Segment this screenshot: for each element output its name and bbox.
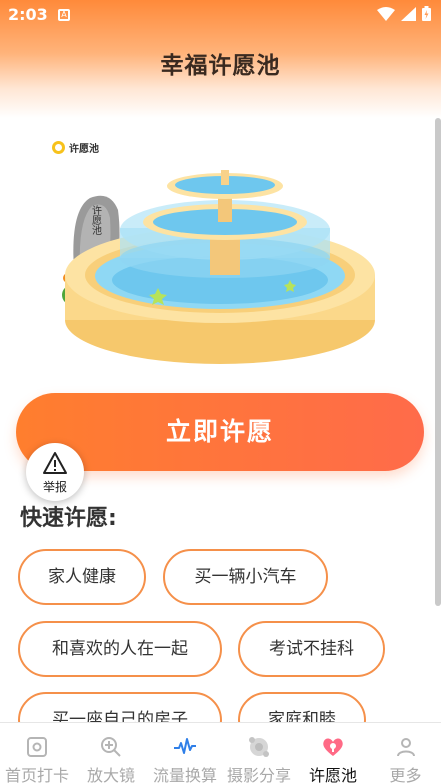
wish-heart-icon [323,738,343,756]
warning-triangle-icon [43,452,67,474]
tab-photo-share[interactable]: 摄影分享 [222,723,296,784]
tab-magnifier[interactable]: 放大镜 [74,723,148,784]
signal-icon [401,6,416,21]
tab-label: 首页打卡 [4,766,69,784]
tab-traffic-convert[interactable]: 流量换算 [148,723,222,784]
camera-square-icon [27,737,47,757]
tab-wish-pool[interactable]: 许愿池 [296,723,370,784]
fountain-illustration: 许愿池 [62,170,375,364]
tab-label: 放大镜 [86,766,135,784]
person-icon [396,738,415,757]
wifi-icon [377,6,395,21]
bottom-tab-bar: 首页打卡 放大镜 流量换算 摄影分享 许愿池 更多 [0,722,441,784]
quick-wish-chip[interactable]: 家人健康 [18,549,146,605]
status-icons [377,6,431,21]
battery-icon [422,6,431,21]
tab-label: 摄影分享 [226,766,291,784]
page-title: 幸福许愿池 [160,53,281,79]
tab-label: 许愿池 [308,766,357,784]
quick-wish-chip[interactable]: 买一辆小汽车 [163,549,328,605]
scrollbar[interactable] [435,118,441,606]
status-bar: 2:03 A [0,0,441,30]
magnifier-plus-icon [101,737,121,757]
quick-wish-chip[interactable]: 和喜欢的人在一起 [18,621,222,677]
report-button[interactable]: 举报 [26,443,84,501]
share-nodes-icon [249,737,269,757]
stone-text: 许愿池 [90,205,102,235]
tab-home-checkin[interactable]: 首页打卡 [0,723,74,784]
pulse-wave-icon [174,738,196,754]
tab-more[interactable]: 更多 [370,723,441,784]
status-time: 2:03 [8,5,48,24]
quick-wish-title: 快速许愿: [20,506,117,531]
header: 2:03 A 幸福许愿池 [0,0,441,118]
tab-label: 流量换算 [152,766,217,784]
tab-label: 更多 [389,766,422,784]
quick-wish-chip[interactable]: 考试不挂科 [238,621,385,677]
report-label: 举报 [42,480,67,494]
notification-icon: A [58,9,70,21]
